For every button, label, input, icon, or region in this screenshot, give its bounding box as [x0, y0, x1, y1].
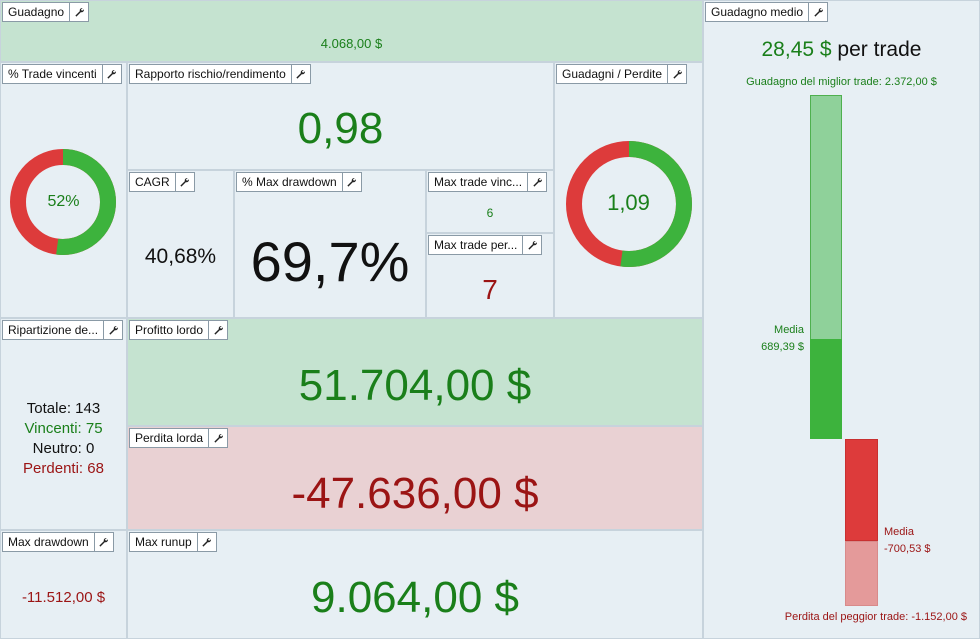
max-drawdown-header[interactable]: Max drawdown: [2, 532, 114, 552]
worst-trade-bar: [845, 540, 878, 607]
perdita-value: -47.636,00 $: [291, 469, 539, 518]
guadagni-perdite-title: Guadagni / Perdite: [562, 67, 663, 81]
totale-label: Totale:: [26, 400, 71, 417]
guadagno-header[interactable]: Guadagno: [2, 2, 90, 22]
max-drawdown-title: Max drawdown: [8, 535, 89, 549]
worst-trade-label: Perdita del peggior trade: -1.152,00 $: [784, 611, 967, 623]
guadagno-panel: Guadagno 4.068,00 $: [0, 0, 703, 62]
totale-value: 143: [75, 400, 101, 417]
perdenti-value: 68: [87, 460, 104, 477]
avg-win-label: Media 689,39 $: [734, 322, 804, 356]
ripartizione-list: Totale: 143 Vincenti: 75 Neutro: 0 Perde…: [1, 399, 126, 479]
avg-loss-label-text: Media: [884, 525, 914, 538]
ripartizione-title: Ripartizione de...: [8, 323, 99, 337]
avg-win-label-value: 689,39 $: [761, 341, 804, 354]
wrench-icon[interactable]: [93, 533, 113, 551]
wrench-icon[interactable]: [103, 321, 122, 339]
perdenti-label: Perdenti:: [23, 460, 84, 477]
wrench-icon[interactable]: [808, 3, 827, 21]
wrench-icon[interactable]: [69, 3, 88, 21]
perdenti-row: Perdenti: 68: [1, 459, 126, 479]
neutro-value: 0: [86, 440, 95, 457]
avg-win-label-text: Media: [774, 324, 804, 337]
guadagni-perdite-value: 1,09: [607, 190, 650, 215]
guadagni-perdite-header[interactable]: Guadagni / Perdite: [556, 64, 688, 84]
max-dd-pct-panel: % Max drawdown 69,7%: [234, 170, 426, 318]
max-dd-pct-header[interactable]: % Max drawdown: [236, 172, 362, 192]
max-trade-per-title: Max trade per...: [434, 238, 518, 252]
max-runup-value: 9.064,00 $: [311, 573, 519, 622]
cagr-title: CAGR: [135, 175, 170, 189]
max-dd-pct-title: % Max drawdown: [242, 175, 337, 189]
trade-vincenti-value: 52%: [47, 193, 80, 210]
totale-row: Totale: 143: [1, 399, 126, 419]
avg-trade-line: 28,45 $ per trade: [704, 38, 979, 62]
perdita-panel: Perdita lorda -47.636,00 $: [127, 426, 703, 530]
wrench-icon[interactable]: [196, 533, 216, 551]
max-trade-per-value: 7: [482, 274, 498, 305]
wrench-icon[interactable]: [208, 321, 227, 339]
max-drawdown-value: -11.512,00 $: [21, 589, 106, 606]
wrench-icon[interactable]: [667, 65, 686, 83]
rischio-panel: Rapporto rischio/rendimento 0,98: [127, 62, 554, 170]
cagr-panel: CAGR 40,68%: [127, 170, 234, 318]
neutro-label: Neutro:: [32, 440, 82, 457]
profitto-header[interactable]: Profitto lordo: [129, 320, 229, 340]
cagr-value: 40,68%: [144, 245, 217, 268]
ripartizione-panel: Ripartizione de... Totale: 143 Vincenti:…: [0, 318, 127, 530]
max-runup-header[interactable]: Max runup: [129, 532, 217, 552]
vincenti-value: 75: [85, 420, 103, 437]
wrench-icon[interactable]: [208, 429, 227, 447]
max-drawdown-panel: Max drawdown -11.512,00 $: [0, 530, 127, 639]
avg-loss-label-value: -700,53 $: [884, 542, 931, 555]
avg-loss-bar: [845, 439, 878, 541]
avg-loss-label: Media -700,53 $: [884, 524, 964, 558]
max-runup-title: Max runup: [135, 535, 192, 549]
wrench-icon[interactable]: [522, 236, 541, 254]
guadagno-medio-panel: Guadagno medio 28,45 $ per trade Guadagn…: [703, 0, 980, 639]
max-trade-vinc-header[interactable]: Max trade vinc...: [428, 172, 548, 192]
guadagno-medio-title: Guadagno medio: [711, 5, 804, 19]
vincenti-label: Vincenti:: [24, 420, 82, 437]
trade-vincenti-panel: % Trade vincenti 52%: [0, 62, 127, 318]
rischio-value: 0,98: [297, 104, 384, 153]
rischio-title: Rapporto rischio/rendimento: [135, 67, 286, 81]
guadagni-perdite-panel: Guadagni / Perdite 1,09: [554, 62, 703, 318]
trade-vincenti-title: % Trade vincenti: [8, 67, 97, 81]
max-trade-vinc-value: 6: [486, 206, 494, 220]
max-trade-vinc-title: Max trade vinc...: [434, 175, 523, 189]
wrench-icon[interactable]: [290, 65, 310, 83]
rischio-header[interactable]: Rapporto rischio/rendimento: [129, 64, 311, 84]
ripartizione-header[interactable]: Ripartizione de...: [2, 320, 124, 340]
avg-trade-value: 28,45 $: [761, 38, 832, 61]
guadagno-medio-header[interactable]: Guadagno medio: [705, 2, 829, 22]
max-dd-pct-value: 69,7%: [250, 230, 410, 293]
wrench-icon[interactable]: [101, 65, 121, 83]
max-trade-vinc-panel: Max trade vinc... 6: [426, 170, 554, 233]
neutro-row: Neutro: 0: [1, 439, 126, 459]
profitto-title: Profitto lordo: [135, 323, 204, 337]
guadagno-title: Guadagno: [8, 5, 65, 19]
wrench-icon[interactable]: [174, 173, 194, 191]
profitto-panel: Profitto lordo 51.704,00 $: [127, 318, 703, 426]
avg-win-bar: [810, 339, 842, 439]
best-trade-label: Guadagno del miglior trade: 2.372,00 $: [746, 76, 937, 88]
vincenti-row: Vincenti: 75: [1, 419, 126, 439]
guadagno-value: 4.068,00 $: [320, 36, 383, 51]
max-runup-panel: Max runup 9.064,00 $: [127, 530, 703, 639]
cagr-header[interactable]: CAGR: [129, 172, 195, 192]
wrench-icon[interactable]: [527, 173, 546, 191]
perdita-header[interactable]: Perdita lorda: [129, 428, 229, 448]
wrench-icon[interactable]: [341, 173, 361, 191]
perdita-title: Perdita lorda: [135, 431, 204, 445]
trade-vincenti-header[interactable]: % Trade vincenti: [2, 64, 122, 84]
avg-trade-suffix: per trade: [837, 38, 922, 61]
max-trade-per-panel: Max trade per... 7: [426, 233, 554, 318]
max-trade-per-header[interactable]: Max trade per...: [428, 235, 543, 255]
profitto-value: 51.704,00 $: [298, 361, 532, 410]
